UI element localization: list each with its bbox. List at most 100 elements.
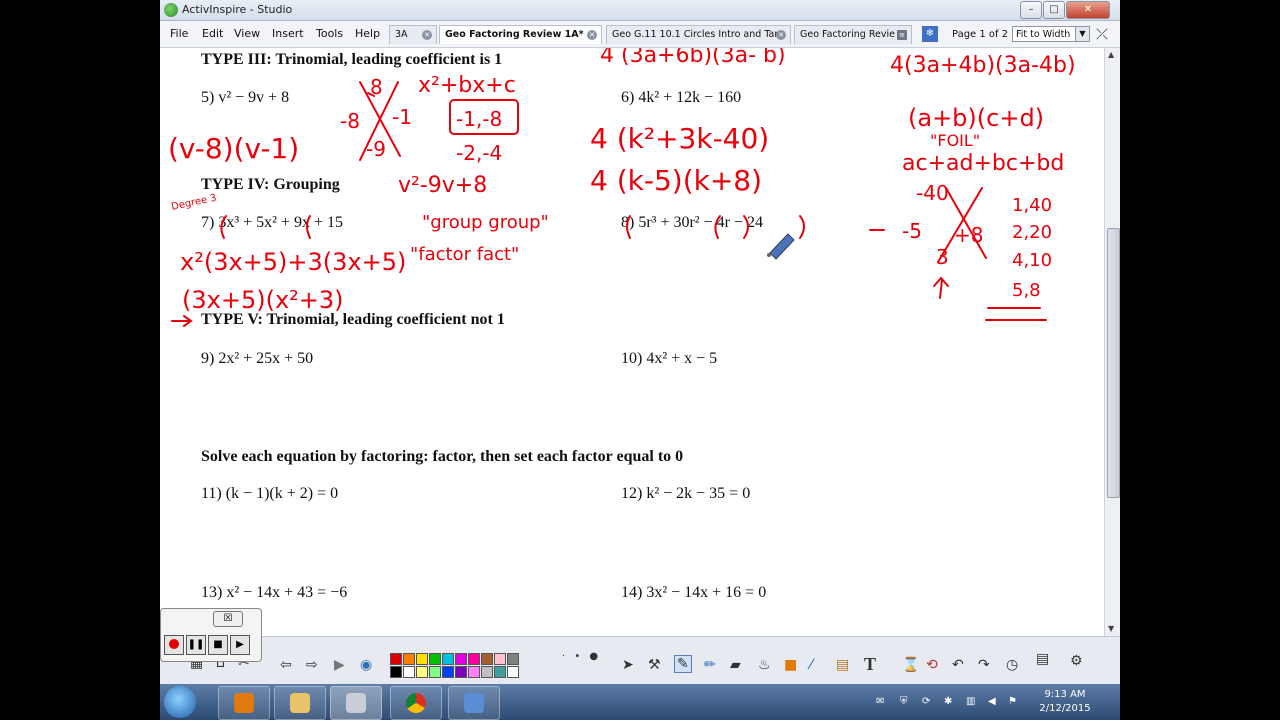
fill-icon[interactable]: ♨ [758,657,771,673]
pen-cursor-icon [767,233,795,260]
tab-label: Geo Factoring Revie [800,29,895,40]
annotation-x-left: -5 [902,219,922,243]
color-swatch[interactable] [494,666,506,678]
toolbox-menu-icon[interactable]: ⚙ [1070,653,1083,669]
pen-width-icon[interactable]: · • ● [562,651,601,662]
taskbar-activinspire[interactable] [330,686,382,720]
tab-geo-factoring-review-1a[interactable]: Geo Factoring Review 1A* ✕ [439,25,602,44]
annotation-factor-3: 4,10 [1012,250,1052,271]
main-toolbox: ▦ ⌂ ✂ ⇦ ⇨ ▶ ◉ · • ● ➤ ⚒ ✎ ✏ ▰ ♨ ■ ⁄ ▤ T … [160,636,1120,685]
color-swatch[interactable] [468,666,480,678]
vertical-scrollbar[interactable]: ▲ ▼ [1104,48,1120,636]
connector-icon[interactable]: ⁄ [810,657,812,673]
menu-help[interactable]: Help [355,27,380,40]
taskbar-media-player[interactable] [218,686,270,720]
menu-view[interactable]: View [234,27,260,40]
color-swatch[interactable] [390,666,402,678]
color-swatch[interactable] [442,653,454,665]
color-swatch[interactable] [429,653,441,665]
menu-file[interactable]: File [170,27,188,40]
previous-page-icon[interactable]: ⇦ [280,657,292,673]
reset-icon[interactable]: ⟲ [926,657,938,673]
annotation-x-top: -40 [916,181,949,205]
record-button[interactable] [164,635,184,655]
system-clock[interactable]: 9:13 AM 2/12/2015 [1030,688,1100,716]
tab-geo-circles-intro[interactable]: Geo G.11 10.1 Circles Intro and Tan ✕ [606,25,791,44]
tray-icon[interactable]: ✉ [876,696,884,707]
color-swatch[interactable] [390,653,402,665]
color-swatch[interactable] [416,653,428,665]
scroll-down-icon[interactable]: ▼ [1108,624,1114,633]
menu-edit[interactable]: Edit [202,27,223,40]
folder-icon [290,693,310,713]
clock-icon[interactable]: ◷ [1006,657,1018,673]
undo-icon[interactable]: ↶ [952,657,964,673]
volume-icon[interactable]: ◀ [988,696,996,707]
color-swatch[interactable] [403,666,415,678]
annotation-p5-box: -1,-8 [456,107,502,131]
tools-icon[interactable]: ⚒ [648,657,661,673]
browser-icon[interactable]: ◉ [360,657,372,673]
taskbar-explorer[interactable] [274,686,326,720]
redo-icon[interactable]: ↷ [978,657,990,673]
image-icon[interactable]: ▤ [836,657,849,673]
collapse-arrows-icon[interactable]: ⤫ [1096,25,1108,43]
menu-tools[interactable]: Tools [316,27,343,40]
flipchart-page[interactable]: TYPE III: Trinomial, leading coefficient… [160,48,1104,636]
scrollbar-thumb[interactable] [1107,228,1120,498]
taskbar-app[interactable] [448,686,500,720]
color-swatch[interactable] [442,666,454,678]
color-swatch[interactable] [429,666,441,678]
tab-list-icon[interactable]: ≡ [897,30,907,40]
color-swatch[interactable] [468,653,480,665]
close-tab-icon[interactable]: ✕ [776,30,786,40]
color-swatch[interactable] [494,653,506,665]
network-icon[interactable]: ▥ [966,696,975,707]
tab-3a[interactable]: 3A ✕ [389,25,437,44]
play-icon[interactable]: ▶ [230,635,250,655]
highlighter-icon[interactable]: ✏ [704,657,716,673]
scroll-up-icon[interactable]: ▲ [1108,50,1114,59]
sync-icon[interactable]: ⟳ [922,696,930,707]
color-swatch[interactable] [403,653,415,665]
play-icon[interactable]: ▶ [334,657,345,673]
menu-insert[interactable]: Insert [272,27,304,40]
next-page-icon[interactable]: ⇨ [306,657,318,673]
select-tool-icon[interactable]: ➤ [622,657,634,673]
annotation-p5-x-right: -1 [392,105,412,129]
stop-icon[interactable]: ■ [208,635,228,655]
clock-time: 9:13 AM [1044,689,1086,700]
color-swatch[interactable] [416,666,428,678]
color-swatch[interactable] [507,666,519,678]
eraser-icon[interactable]: ▰ [730,657,741,673]
tab-geo-factoring-review-2[interactable]: Geo Factoring Revie ≡ [794,25,912,44]
recorder-close-button[interactable]: ☒ [213,611,243,627]
maximize-button[interactable]: □ [1043,1,1065,19]
chevron-down-icon[interactable]: ▼ [1075,27,1089,41]
taskbar-chrome[interactable] [390,686,442,720]
pause-icon[interactable]: ❚❚ [186,635,206,655]
color-swatch[interactable] [481,666,493,678]
bluetooth-icon[interactable]: ✱ [944,696,952,707]
color-swatch[interactable] [455,653,467,665]
pen-tool-icon[interactable]: ✎ [674,655,692,673]
flag-icon[interactable]: ⚑ [1008,696,1017,707]
color-swatch[interactable] [481,653,493,665]
close-window-button[interactable]: ✕ [1066,1,1110,19]
page-icon[interactable]: ▤ [1036,651,1049,667]
activinspire-logo-icon [164,3,178,17]
close-tab-icon[interactable]: ✕ [587,30,597,40]
color-swatch[interactable] [455,666,467,678]
color-swatch[interactable] [507,653,519,665]
close-tab-icon[interactable]: ✕ [422,30,432,40]
timer-icon[interactable]: ⌛ [902,657,919,673]
shield-icon[interactable]: ⛨ [900,696,908,707]
windows-start-icon[interactable] [164,686,196,718]
zoom-select[interactable]: Fit to Width ▼ [1012,26,1090,42]
text-tool-icon[interactable]: T [864,654,876,675]
minimize-button[interactable]: – [1020,1,1042,19]
shape-icon[interactable]: ■ [784,657,797,673]
snowflake-icon[interactable]: ❄ [922,26,938,42]
annotation-p7-step: x²(3x+5)+3(3x+5) [180,248,406,276]
building-icon [464,693,484,713]
